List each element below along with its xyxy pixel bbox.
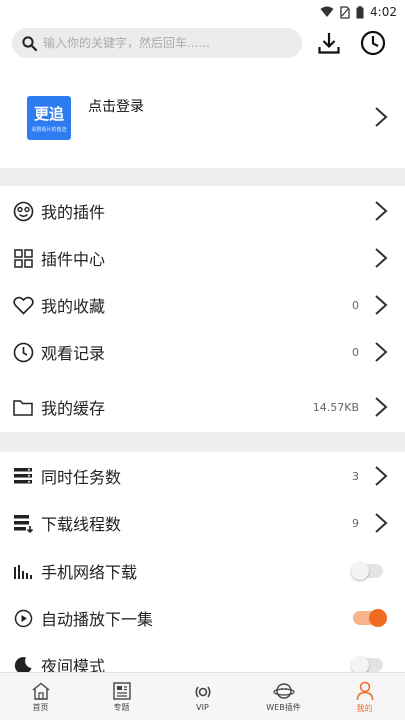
menu-item-my-plugins[interactable]: 我的插件 <box>0 188 405 234</box>
chevron-right-icon <box>375 248 388 268</box>
menu-item-concurrent-tasks[interactable]: 同时任务数 3 <box>0 453 405 499</box>
autoplay-toggle[interactable] <box>353 609 387 627</box>
chevron-right-icon <box>375 342 388 362</box>
profile-login-row[interactable]: 更追 追剧看片的首选 点击登录 <box>0 66 405 168</box>
clock-icon <box>360 30 386 56</box>
menu-item-label: 我的插件 <box>41 203 106 222</box>
login-label: 点击登录 <box>88 99 144 115</box>
night-mode-toggle[interactable] <box>351 656 383 674</box>
signal-icon <box>12 560 34 582</box>
menu-item-plugin-center[interactable]: 插件中心 <box>0 235 405 281</box>
tab-label: 我的 <box>356 703 373 713</box>
menu-item-label: 自动播放下一集 <box>41 610 154 629</box>
chevron-right-icon <box>375 513 388 533</box>
toggle-knob <box>369 609 387 627</box>
menu-group-settings: 同时任务数 3 下载线程数 9 手机网络下载 自动播放下一集 夜间模式 <box>0 452 405 676</box>
menu-item-label: 同时任务数 <box>41 468 122 487</box>
toggle-knob <box>351 562 369 580</box>
chevron-right-icon <box>375 295 388 315</box>
section-divider <box>0 168 405 186</box>
tab-web-plugins[interactable]: WEB插件 <box>243 673 324 720</box>
search-input[interactable] <box>43 36 283 50</box>
download-threads-value: 9 <box>352 516 359 530</box>
menu-item-label: 插件中心 <box>41 250 106 269</box>
menu-item-favorites[interactable]: 我的收藏 0 <box>0 282 405 328</box>
menu-item-label: 我的缓存 <box>41 399 106 418</box>
menu-item-watch-history[interactable]: 观看记录 0 <box>0 329 405 375</box>
mobile-network-toggle[interactable] <box>351 562 383 580</box>
search-box[interactable] <box>12 28 302 58</box>
threads-icon <box>12 512 34 534</box>
wifi-icon <box>320 6 334 17</box>
tab-vip[interactable]: VIP <box>162 673 243 720</box>
clock-icon <box>12 341 34 363</box>
tab-label: VIP <box>196 702 209 712</box>
web-plugin-icon <box>272 682 295 699</box>
menu-group-content: 我的插件 插件中心 我的收藏 0 观看记录 0 我的缓存 14.57KB <box>0 186 405 432</box>
favorites-count: 0 <box>352 298 359 312</box>
cache-size: 14.57KB <box>312 400 359 414</box>
tab-label: 专题 <box>113 702 130 712</box>
menu-item-label: 手机网络下载 <box>41 563 138 582</box>
download-icon <box>318 33 340 54</box>
status-bar: 4:02 <box>0 0 405 24</box>
plugin-face-icon <box>12 200 34 222</box>
menu-item-autoplay-next: 自动播放下一集 <box>0 595 405 641</box>
chevron-right-icon <box>375 466 388 486</box>
history-button[interactable] <box>358 28 388 58</box>
grid-icon <box>12 247 34 269</box>
search-header <box>0 24 405 66</box>
status-time: 4:02 <box>370 5 397 19</box>
download-button[interactable] <box>314 28 344 58</box>
concurrent-tasks-value: 3 <box>352 469 359 483</box>
chevron-right-icon <box>375 201 388 221</box>
person-icon <box>356 681 373 700</box>
tab-me[interactable]: 我的 <box>324 673 405 720</box>
menu-item-label: 我的收藏 <box>41 297 106 316</box>
section-divider <box>0 432 405 452</box>
menu-item-label: 下载线程数 <box>41 515 122 534</box>
history-count: 0 <box>352 345 359 359</box>
heart-icon <box>12 294 34 316</box>
tab-label: 首页 <box>32 702 49 712</box>
tab-topics[interactable]: 专题 <box>81 673 162 720</box>
tab-label: WEB插件 <box>266 702 301 712</box>
menu-item-label: 观看记录 <box>41 344 106 363</box>
bottom-tab-bar: 首页 专题 VIP WEB插件 我的 <box>0 672 405 720</box>
no-sim-icon <box>340 5 350 19</box>
tab-home[interactable]: 首页 <box>0 673 81 720</box>
topic-icon <box>112 681 131 700</box>
folder-icon <box>12 396 34 418</box>
menu-item-mobile-network-download: 手机网络下载 <box>0 548 405 594</box>
home-icon <box>32 682 49 700</box>
logo-text: 更追 <box>33 105 64 123</box>
app-logo: 更追 追剧看片的首选 <box>27 96 71 140</box>
chevron-right-icon <box>375 107 388 127</box>
play-circle-icon <box>12 607 34 629</box>
logo-subtext: 追剧看片的首选 <box>31 127 67 133</box>
vip-icon <box>194 686 211 697</box>
tasks-icon <box>12 465 34 487</box>
chevron-right-icon <box>375 397 388 417</box>
search-icon <box>22 35 37 51</box>
menu-item-my-cache[interactable]: 我的缓存 14.57KB <box>0 384 405 430</box>
battery-icon <box>356 5 364 18</box>
menu-item-download-threads[interactable]: 下载线程数 9 <box>0 500 405 546</box>
